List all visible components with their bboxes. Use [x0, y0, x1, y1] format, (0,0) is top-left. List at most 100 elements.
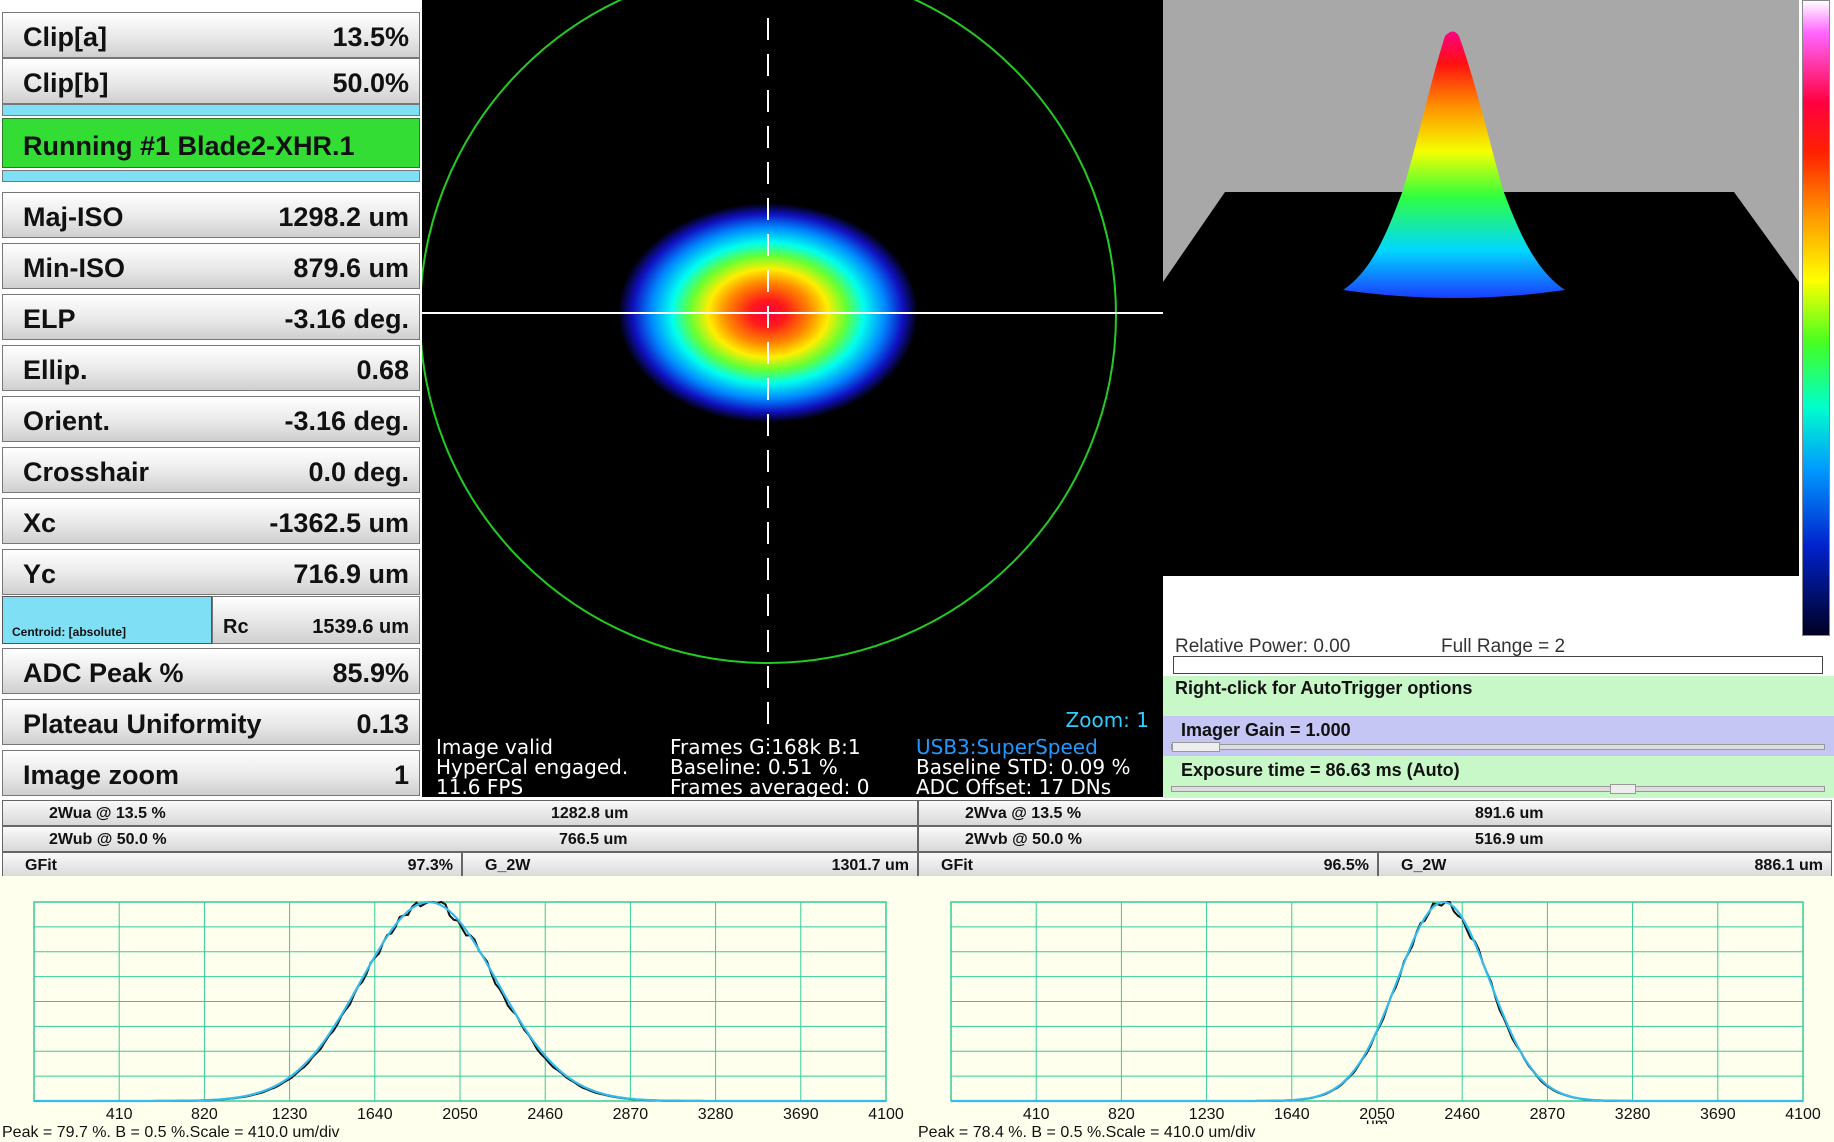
exposure-slider[interactable]: [1171, 784, 1825, 794]
wua-row: 2Wua @ 13.5 % 1282.8 um: [2, 800, 918, 826]
color-palette-bar: [1800, 0, 1834, 636]
run-status-text: Running #1 Blade2-XHR.1: [23, 131, 355, 161]
wub-row: 2Wub @ 50.0 % 766.5 um: [2, 826, 918, 852]
imager-gain-panel[interactable]: Imager Gain = 1.000: [1163, 716, 1834, 756]
palette-gradient: [1802, 0, 1830, 636]
orient-label: Orient.: [23, 406, 111, 436]
wub-label: 2Wub @ 50.0 %: [49, 831, 167, 848]
crosshair-value: 0.0 deg.: [308, 457, 409, 487]
x-tick-label: 2870: [613, 1106, 649, 1123]
gfit-v-value: 96.5%: [1323, 857, 1369, 874]
x-tick-label: 2870: [1530, 1106, 1566, 1123]
image-zoom-row: Image zoom 1: [2, 750, 420, 796]
maj-iso-row: Maj-ISO 1298.2 um: [2, 192, 420, 238]
ellip-label: Ellip.: [23, 355, 88, 385]
centroid-mode-label: Centroid: [absolute]: [12, 625, 126, 639]
yc-label: Yc: [23, 559, 57, 589]
orient-value: -3.16 deg.: [284, 406, 409, 436]
clip-b-label: Clip[b]: [23, 68, 109, 98]
x-tick-label: 1640: [1274, 1106, 1310, 1123]
beam-3d-svg: [1163, 31, 1799, 576]
xc-value: -1362.5 um: [269, 508, 409, 538]
ellip-row: Ellip. 0.68: [2, 345, 420, 391]
rc-value: 1539.6 um: [312, 616, 409, 638]
yc-row: Yc 716.9 um: [2, 549, 420, 595]
exposure-thumb[interactable]: [1610, 784, 1636, 794]
gfit-v-label: GFit: [941, 857, 973, 874]
x-axis-label: um: [1366, 1116, 1388, 1124]
run-status: Running #1 Blade2-XHR.1: [2, 118, 420, 168]
wvb-label: 2Wvb @ 50.0 %: [965, 831, 1082, 848]
x-tick-label: 410: [1023, 1106, 1050, 1123]
frames-text: Frames G:168k B:1: [670, 735, 861, 759]
exposure-panel[interactable]: Exposure time = 86.63 ms (Auto): [1163, 756, 1834, 798]
image-zoom-label: Image zoom: [23, 760, 180, 790]
x-tick-label: 1640: [357, 1106, 393, 1123]
adc-offset-text: ADC Offset: 17 DNs: [916, 775, 1112, 797]
fps-text: 11.6 FPS: [436, 775, 524, 797]
autotrigger-panel[interactable]: Right-click for AutoTrigger options: [1163, 676, 1834, 716]
relative-power-bar: [1173, 656, 1823, 674]
wua-value: 1282.8 um: [551, 805, 629, 822]
imager-gain-slider[interactable]: [1171, 742, 1825, 752]
ellip-value: 0.68: [356, 355, 409, 385]
x-tick-label: 3280: [1615, 1106, 1651, 1123]
wva-row: 2Wva @ 13.5 % 891.6 um: [918, 800, 1832, 826]
wva-label: 2Wva @ 13.5 %: [965, 805, 1082, 822]
x-tick-label: 2460: [1444, 1106, 1480, 1123]
imager-gain-thumb[interactable]: [1172, 742, 1220, 752]
x-tick-label: 1230: [1189, 1106, 1225, 1123]
rc-row: Rc 1539.6 um: [212, 596, 420, 644]
autotrigger-text: Right-click for AutoTrigger options: [1175, 678, 1473, 698]
zoom-readout: Zoom: 1: [1065, 708, 1149, 732]
profile-chart-v-svg: 41082012301640205024602870328036904100um: [950, 901, 1821, 1133]
g2w-u-label: G_2W: [485, 857, 531, 874]
adc-peak-row: ADC Peak % 85.9%: [2, 648, 420, 694]
wvb-row: 2Wvb @ 50.0 % 516.9 um: [918, 826, 1832, 852]
imager-gain-text: Imager Gain = 1.000: [1181, 720, 1351, 740]
clip-a-label: Clip[a]: [23, 22, 107, 52]
baseline-std-text: Baseline STD: 0.09 %: [916, 755, 1131, 779]
centroid-mode-button[interactable]: Centroid: [absolute]: [2, 596, 212, 644]
relative-power-text: Relative Power: 0.00: [1175, 636, 1351, 657]
beam-image-view[interactable]: Zoom: 1 Image valid HyperCal engaged. 11…: [422, 0, 1163, 797]
elp-label: ELP: [23, 304, 76, 334]
x-tick-label: 3690: [783, 1106, 819, 1123]
beam-3d-view[interactable]: [1163, 0, 1799, 576]
gfit-v-cell: GFit 96.5%: [918, 852, 1378, 878]
hypercal-text: HyperCal engaged.: [436, 755, 629, 779]
adc-peak-value: 85.9%: [332, 658, 409, 688]
maj-iso-value: 1298.2 um: [278, 202, 409, 232]
crosshair-label: Crosshair: [23, 457, 150, 487]
clip-a-value: 13.5%: [332, 22, 409, 52]
status-divider-bottom: [2, 170, 420, 182]
wva-value: 891.6 um: [1475, 805, 1544, 822]
frames-averaged-text: Frames averaged: 0: [670, 775, 870, 797]
x-tick-label: 2460: [527, 1106, 563, 1123]
baseline-text: Baseline: 0.51 %: [670, 755, 838, 779]
profile-chart-v: 41082012301640205024602870328036904100um: [917, 876, 1834, 1142]
g2w-v-cell: G_2W 886.1 um: [1378, 852, 1832, 878]
status-divider-top: [2, 104, 420, 116]
plateau-value: 0.13: [356, 709, 409, 739]
clip-b-row: Clip[b] 50.0%: [2, 58, 420, 104]
xc-label: Xc: [23, 508, 57, 538]
x-tick-label: 820: [191, 1106, 218, 1123]
maj-iso-label: Maj-ISO: [23, 202, 124, 232]
exposure-text: Exposure time = 86.63 ms (Auto): [1181, 760, 1460, 780]
min-iso-label: Min-ISO: [23, 253, 125, 283]
image-zoom-value: 1: [393, 760, 409, 790]
beam-image-svg: [422, 0, 1163, 740]
full-range-text: Full Range = 2: [1441, 636, 1566, 657]
crosshair-row: Crosshair 0.0 deg.: [2, 447, 420, 493]
min-iso-value: 879.6 um: [293, 253, 409, 283]
plateau-label: Plateau Uniformity: [23, 709, 262, 739]
g2w-v-value: 886.1 um: [1754, 857, 1823, 874]
yc-value: 716.9 um: [293, 559, 409, 589]
gfit-u-value: 97.3%: [407, 857, 453, 874]
g2w-u-cell: G_2W 1301.7 um: [462, 852, 918, 878]
x-tick-label: 820: [1108, 1106, 1135, 1123]
gfit-u-cell: GFit 97.3%: [2, 852, 462, 878]
x-tick-label: 410: [106, 1106, 133, 1123]
usb-status-text: USB3:SuperSpeed: [916, 735, 1098, 759]
